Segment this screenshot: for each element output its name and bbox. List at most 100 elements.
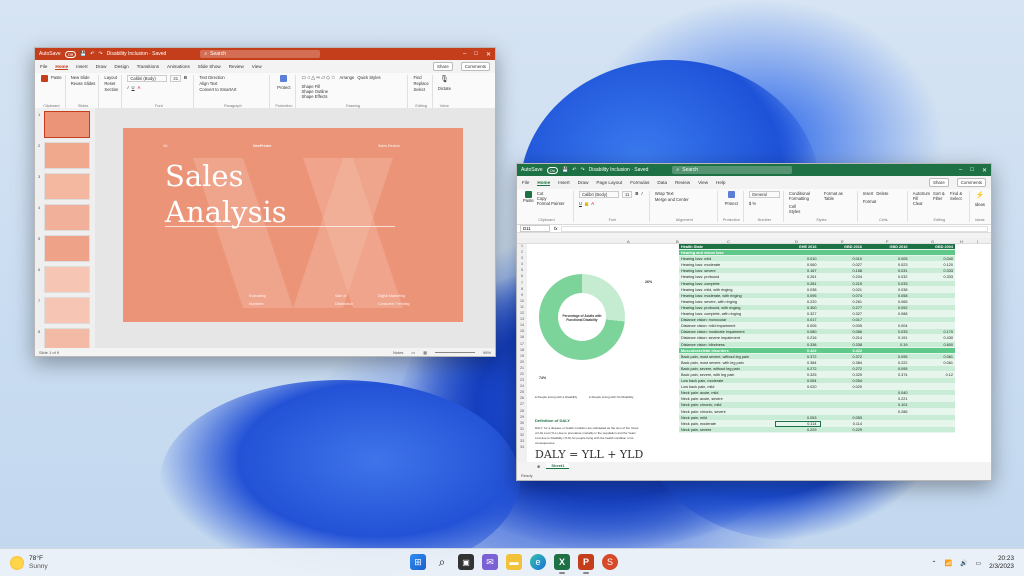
slide-thumbnail[interactable]: 6 [38, 266, 90, 293]
close-icon[interactable]: ✕ [486, 51, 491, 58]
column-header[interactable]: E [841, 239, 844, 244]
maximize-icon[interactable]: □ [970, 167, 974, 174]
protect-icon[interactable] [727, 191, 735, 198]
table-cell-value[interactable] [910, 323, 956, 328]
weather-widget[interactable]: 78°F Sunny [10, 555, 48, 571]
slide-thumbnail[interactable]: 4 [38, 204, 90, 231]
slide-thumbnails-pane[interactable]: 1 2 3 4 5 6 7 8 [35, 108, 95, 355]
table-cell-value[interactable]: 0.170 [910, 329, 956, 334]
table-cell-value[interactable]: 0.040 [864, 390, 910, 395]
table-cell-value[interactable]: 0.215 [819, 281, 865, 286]
tab-help[interactable]: Help [716, 180, 725, 185]
protect-button[interactable]: Protect [725, 201, 738, 206]
italic-icon[interactable]: I [641, 191, 642, 196]
table-cell-value[interactable] [819, 250, 865, 255]
tab-animations[interactable]: Animations [167, 64, 190, 69]
table-cell-label[interactable]: Distance vision: monocular [679, 317, 773, 322]
table-cell-value[interactable]: 0.017 [819, 317, 865, 322]
tab-view[interactable]: View [252, 64, 262, 69]
tab-formulas[interactable]: Formulas [630, 180, 649, 185]
table-cell-value[interactable]: 0.327 [773, 311, 819, 316]
insert-function-icon[interactable]: fx [554, 226, 557, 231]
table-cell-label[interactable]: Neck pain, moderate [679, 421, 773, 426]
tab-slide-show[interactable]: Slide Show [198, 64, 221, 69]
table-cell-value[interactable]: 0.010 [773, 256, 819, 261]
excel-window[interactable]: AutoSave On 💾 ↶ ↷ Disability Inclusion ·… [516, 163, 992, 481]
tab-page-layout[interactable]: Page Layout [596, 180, 622, 185]
bold-icon[interactable]: B [184, 75, 187, 80]
column-header[interactable]: F [886, 239, 888, 244]
table-cell-label[interactable]: Distance vision: blindness [679, 342, 773, 347]
table-cell-value[interactable]: 0.272 [773, 366, 819, 371]
font-size-select[interactable]: 11 [621, 191, 633, 198]
sort-filter-button[interactable]: Sort & Filter [933, 191, 947, 201]
table-cell-value[interactable] [910, 305, 956, 310]
file-explorer-icon[interactable]: ▬ [506, 554, 522, 570]
number-format-select[interactable]: General [748, 191, 780, 198]
table-cell-value[interactable] [773, 396, 819, 401]
conditional-formatting-button[interactable]: Conditional Formatting [789, 191, 821, 201]
table-cell-label[interactable]: Neck pain, severe [679, 427, 773, 432]
table-cell-label[interactable]: Back pain, severe, without leg pain [679, 366, 773, 371]
table-cell-value[interactable]: 0.327 [819, 311, 865, 316]
table-cell-label[interactable]: Hearing loss: profound [679, 274, 773, 279]
slide-canvas[interactable]: VA NeoPrinter Sales Review Sales Analysi… [123, 128, 463, 322]
text-direction-button[interactable]: Text Direction [199, 75, 224, 80]
table-cell-value[interactable]: 0.261 [773, 274, 819, 279]
table-cell-value[interactable]: 0.229 [819, 427, 865, 432]
format-as-table-button[interactable]: Format as Table [824, 191, 846, 201]
undo-icon[interactable]: ↶ [572, 167, 576, 173]
table-cell-value[interactable]: 0.338 [819, 342, 865, 347]
zoom-level[interactable]: 98% [483, 350, 491, 355]
table-header-cell[interactable]: GBD 2004 [910, 244, 956, 249]
table-cell-value[interactable]: 0.021 [819, 287, 865, 292]
table-cell-value[interactable] [910, 402, 956, 407]
minimize-icon[interactable]: – [463, 51, 466, 58]
table-cell-value[interactable] [910, 299, 956, 304]
merge-center-button[interactable]: Merge and Center [655, 197, 689, 202]
sheet-tab[interactable]: Sheet1 [546, 463, 570, 469]
table-cell-value[interactable] [864, 250, 910, 255]
table-cell-value[interactable]: 0.19 [864, 342, 910, 347]
table-cell-value[interactable] [773, 402, 819, 407]
table-cell-label[interactable]: Hearing loss: moderate [679, 262, 773, 267]
table-cell-value[interactable]: 0.430 [910, 335, 956, 340]
powerpoint-icon[interactable]: P [578, 554, 594, 574]
task-view-icon[interactable]: ▣ [458, 554, 474, 570]
tab-file[interactable]: File [522, 180, 529, 185]
table-cell-value[interactable]: 0.060 [773, 262, 819, 267]
table-cell-value[interactable]: 0.281 [773, 281, 819, 286]
new-slide-button[interactable]: New Slide [71, 75, 90, 80]
search-icon[interactable]: ⌕ [434, 554, 450, 570]
italic-icon[interactable]: I [127, 85, 128, 90]
table-cell-value[interactable]: 0.005 [773, 323, 819, 328]
table-cell-value[interactable]: 0.372 [819, 354, 865, 359]
table-cell-label[interactable]: Low back pain, mild [679, 384, 773, 389]
table-cell-value[interactable]: 0.261 [819, 299, 865, 304]
table-cell-value[interactable]: 0.222 [864, 360, 910, 365]
format-painter-button[interactable]: Format Painter [537, 201, 565, 206]
clock[interactable]: 20:23 2/3/2023 [989, 555, 1014, 571]
battery-icon[interactable]: ▭ [975, 560, 981, 567]
table-cell-value[interactable] [910, 409, 956, 414]
table-cell-value[interactable] [910, 421, 956, 426]
section-button[interactable]: Section [104, 87, 118, 92]
slide-thumbnail[interactable]: 5 [38, 235, 90, 262]
table-cell-value[interactable]: 0.12 [910, 372, 956, 377]
find-select-button[interactable]: Find & Select [950, 191, 964, 201]
table-cell-value[interactable] [910, 281, 956, 286]
table-cell-value[interactable]: 0.422 [773, 348, 819, 353]
table-cell-label[interactable]: Hearing loss: complete, with ringing [679, 311, 773, 316]
wrap-text-button[interactable]: Wrap Text [655, 191, 674, 196]
table-cell-value[interactable]: 0.229 [773, 427, 819, 432]
column-header[interactable]: C [727, 239, 730, 244]
table-cell-value[interactable]: 0.277 [819, 305, 865, 310]
table-cell-label[interactable]: Low back pain, moderate [679, 378, 773, 383]
table-cell-value[interactable] [864, 348, 910, 353]
find-button[interactable]: Find [413, 75, 421, 80]
font-name-select[interactable]: Calibri (Body) [127, 75, 168, 82]
redo-icon[interactable]: ↷ [580, 167, 584, 173]
table-cell-value[interactable]: 0.038 [864, 287, 910, 292]
table-cell-value[interactable]: 0.221 [864, 396, 910, 401]
shapes-gallery-icon[interactable]: ▭○△⇨▱◇☆ [301, 75, 336, 81]
